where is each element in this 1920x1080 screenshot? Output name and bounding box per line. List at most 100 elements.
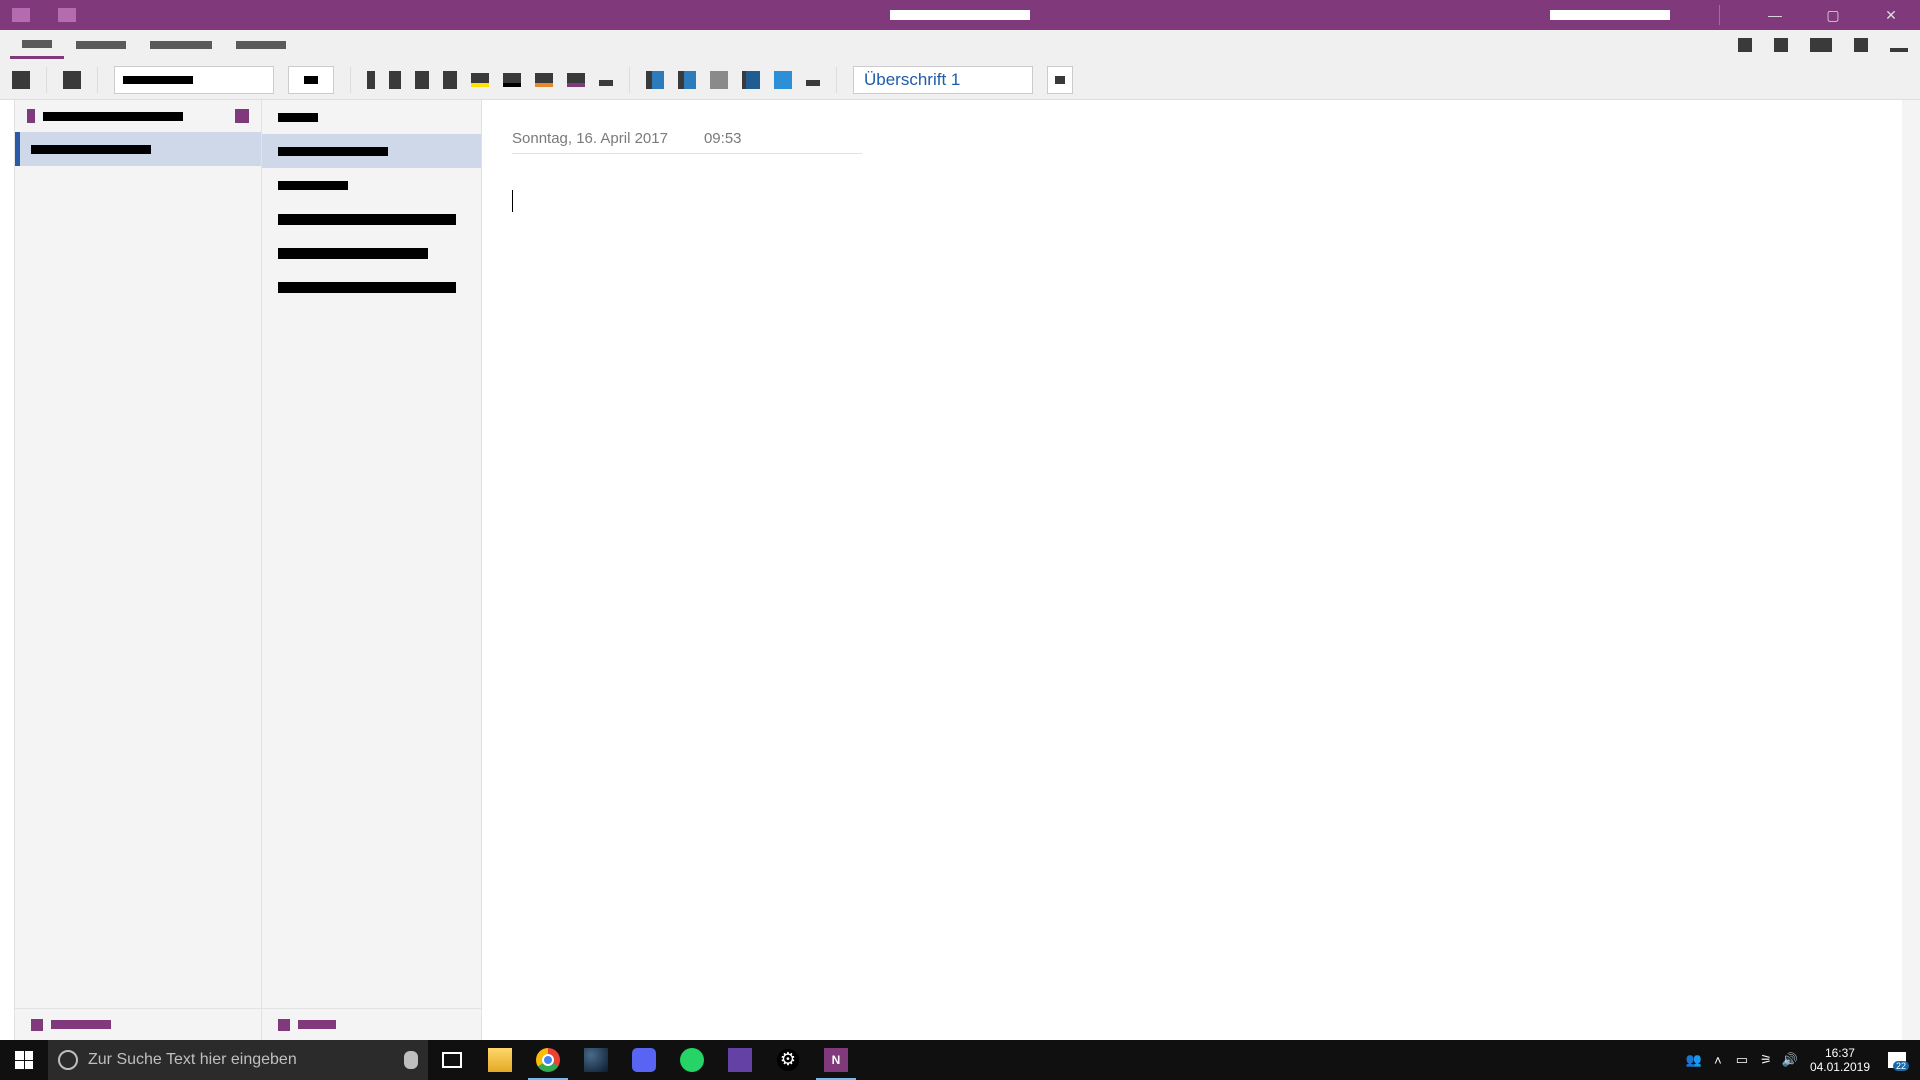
highlight-preset-1[interactable] xyxy=(535,73,553,87)
page-item[interactable] xyxy=(262,202,481,236)
ribbon-tab-1[interactable] xyxy=(64,31,138,59)
page-time: 09:53 xyxy=(704,130,742,147)
highlight-preset-2[interactable] xyxy=(567,73,585,87)
minimize-button[interactable]: — xyxy=(1746,0,1804,30)
ribbon-action-2-icon[interactable] xyxy=(1774,38,1788,52)
page-item[interactable] xyxy=(262,236,481,270)
taskbar-app-steam[interactable] xyxy=(572,1040,620,1080)
style-dropdown-button[interactable] xyxy=(1047,66,1073,94)
divider xyxy=(836,67,837,93)
taskbar-app-discord[interactable] xyxy=(620,1040,668,1080)
ribbon-action-1-icon[interactable] xyxy=(1738,38,1752,52)
undo-button[interactable] xyxy=(12,71,30,89)
twitch-icon xyxy=(728,1048,752,1072)
task-view-button[interactable] xyxy=(428,1040,476,1080)
ribbon-collapse-icon[interactable] xyxy=(1890,48,1908,52)
paragraph-more-icon[interactable] xyxy=(806,80,820,86)
font-size-select[interactable] xyxy=(288,66,334,94)
people-icon[interactable]: 👥 xyxy=(1682,1040,1706,1080)
page-label xyxy=(278,214,456,225)
clock-time: 16:37 xyxy=(1810,1046,1870,1060)
divider xyxy=(97,67,98,93)
page-item[interactable] xyxy=(262,100,481,134)
window-title xyxy=(890,10,1030,20)
taskbar-app-file-explorer[interactable] xyxy=(476,1040,524,1080)
taskbar-app-settings[interactable]: ⚙ xyxy=(764,1040,812,1080)
ribbon-tab-label xyxy=(76,41,126,49)
taskbar-app-chrome[interactable] xyxy=(524,1040,572,1080)
vertical-scrollbar[interactable] xyxy=(1902,100,1920,1040)
battery-icon[interactable]: ▭ xyxy=(1730,1040,1754,1080)
more-formatting-icon[interactable] xyxy=(599,80,613,86)
add-page-button[interactable] xyxy=(262,1008,481,1040)
plus-icon xyxy=(278,1019,290,1031)
taskbar-app-onenote[interactable]: N xyxy=(812,1040,860,1080)
divider xyxy=(629,67,630,93)
action-center-button[interactable]: 22 xyxy=(1878,1040,1916,1080)
ribbon-tabs xyxy=(0,30,1920,60)
strike-button[interactable] xyxy=(443,71,457,89)
file-explorer-icon xyxy=(488,1048,512,1072)
number-list-button[interactable] xyxy=(678,71,696,89)
page-label xyxy=(278,181,348,190)
steam-icon xyxy=(584,1048,608,1072)
page-item[interactable] xyxy=(262,134,481,168)
taskbar-app-whatsapp[interactable] xyxy=(668,1040,716,1080)
tray-chevron-icon[interactable]: ˄ xyxy=(1706,1040,1730,1080)
wifi-icon[interactable]: ⚞ xyxy=(1754,1040,1778,1080)
add-section-icon[interactable] xyxy=(235,109,249,123)
pages-panel xyxy=(262,100,482,1040)
bullet-list-button[interactable] xyxy=(646,71,664,89)
indent-increase-button[interactable] xyxy=(742,71,760,89)
add-section-button[interactable] xyxy=(15,1008,261,1040)
plus-icon xyxy=(31,1019,43,1031)
task-view-icon xyxy=(442,1052,462,1068)
cortana-icon xyxy=(58,1050,78,1070)
align-button[interactable] xyxy=(774,71,792,89)
nav-forward-icon[interactable] xyxy=(58,8,76,22)
underline-button[interactable] xyxy=(415,71,429,89)
ribbon-tab-2[interactable] xyxy=(138,31,224,59)
notebook-title xyxy=(43,112,183,121)
settings-icon: ⚙ xyxy=(777,1049,799,1071)
volume-icon[interactable]: 🔊 xyxy=(1778,1040,1802,1080)
taskbar-clock[interactable]: 16:37 04.01.2019 xyxy=(1802,1046,1878,1074)
section-label xyxy=(31,145,151,154)
sections-panel xyxy=(15,100,262,1040)
page-label xyxy=(278,248,428,259)
ribbon-action-3-icon[interactable] xyxy=(1810,38,1832,52)
nav-back-icon[interactable] xyxy=(12,8,30,22)
whatsapp-icon xyxy=(680,1048,704,1072)
taskbar-app-twitch[interactable] xyxy=(716,1040,764,1080)
ribbon-toolbar: Überschrift 1 xyxy=(0,60,1920,100)
page-label xyxy=(278,147,388,156)
windows-taskbar: Zur Suche Text hier eingeben ⚙ N 👥 ˄ ▭ ⚞ … xyxy=(0,1040,1920,1080)
ribbon-tab-3[interactable] xyxy=(224,31,298,59)
section-item[interactable] xyxy=(15,132,261,166)
ribbon-tab-0[interactable] xyxy=(10,31,64,59)
highlight-color-button[interactable] xyxy=(471,73,489,87)
maximize-button[interactable]: ▢ xyxy=(1804,0,1862,30)
page-item[interactable] xyxy=(262,168,481,202)
italic-button[interactable] xyxy=(389,71,401,89)
font-family-select[interactable] xyxy=(114,66,274,94)
start-button[interactable] xyxy=(0,1040,48,1080)
divider xyxy=(1719,5,1720,25)
bold-button[interactable] xyxy=(367,71,375,89)
close-button[interactable]: ✕ xyxy=(1862,0,1920,30)
windows-logo-icon xyxy=(15,1051,33,1069)
taskbar-search[interactable]: Zur Suche Text hier eingeben xyxy=(48,1040,428,1080)
search-placeholder: Zur Suche Text hier eingeben xyxy=(88,1051,297,1069)
page-canvas[interactable]: Sonntag, 16. April 2017 09:53 xyxy=(482,100,1920,1040)
account-label[interactable] xyxy=(1550,10,1670,20)
indent-decrease-button[interactable] xyxy=(710,71,728,89)
clipboard-button[interactable] xyxy=(63,71,81,89)
notebook-header[interactable] xyxy=(15,100,261,132)
font-color-button[interactable] xyxy=(503,73,521,87)
ribbon-action-4-icon[interactable] xyxy=(1854,38,1868,52)
system-tray: 👥 ˄ ▭ ⚞ 🔊 16:37 04.01.2019 22 xyxy=(1682,1040,1920,1080)
ribbon-tab-label xyxy=(150,41,212,49)
page-item[interactable] xyxy=(262,270,481,304)
style-select[interactable]: Überschrift 1 xyxy=(853,66,1033,94)
microphone-icon[interactable] xyxy=(404,1051,418,1069)
